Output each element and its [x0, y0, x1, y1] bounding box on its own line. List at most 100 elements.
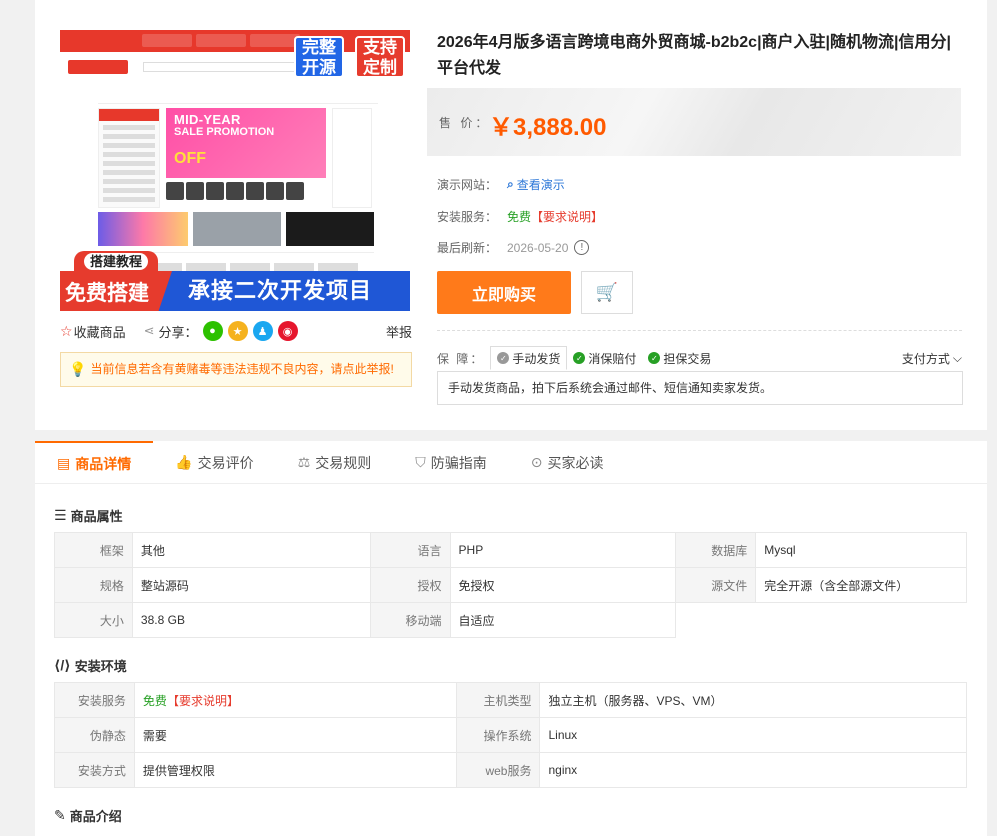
env-value: 需要 [133, 717, 457, 753]
attr-key: 授权 [369, 567, 451, 603]
report-link[interactable]: 举报 [386, 322, 412, 341]
guarantee-escrow[interactable]: ✓ 担保交易 [642, 346, 717, 370]
tab-label: 买家必读 [547, 454, 604, 471]
product-title: 2026年4月版多语言跨境电商外贸商城-b2b2c|商户入驻|随机物流|信用分|… [437, 34, 951, 77]
tab-label: 交易规则 [315, 454, 372, 471]
demo-link-label: 查看演示 [516, 178, 565, 192]
demo-row: 演示网站： ⌕ 查看演示 [437, 176, 565, 193]
tutorial-tag: 搭建教程 [74, 251, 159, 273]
banner-line3: OFF [174, 150, 206, 167]
env-value: 提供管理权限 [133, 752, 457, 788]
report-notice[interactable]: 💡 当前信息若含有黄赌毒等违法违规不良内容，请点此举报! [60, 352, 412, 387]
payment-methods-dropdown[interactable]: 支付方式 ⌵ [902, 350, 962, 367]
attr-key: 框架 [54, 532, 133, 568]
attr-key: 大小 [54, 602, 133, 638]
attr-value: Mysql [755, 532, 967, 568]
install-row: 安装服务： 免费 【要求说明】 [437, 208, 603, 225]
wechat-icon[interactable]: ● [202, 321, 223, 341]
tab-details[interactable]: ▤ 商品详情 [35, 441, 154, 484]
cart-icon: 🛒 [595, 282, 619, 302]
install-free: 免费 [507, 210, 532, 224]
banner-line2: SALE PROMOTION [174, 126, 275, 138]
env-value: 独立主机（服务器、VPS、VM） [539, 682, 967, 718]
share-group: ⋖ 分享： ● ★ ♟ ◉ [144, 321, 298, 341]
attributes-table: 框架 其他 语言 PHP 数据库 Mysql 规格 整站源码 授权 免授权 源文… [54, 532, 967, 638]
env-key: 安装服务 [54, 682, 135, 718]
attr-value: PHP [449, 532, 677, 568]
install-requirements-link[interactable]: 【要求说明】 [531, 208, 603, 225]
check-icon: ✓ [648, 352, 661, 364]
details-icon: ▤ [57, 455, 71, 471]
info-icon[interactable]: ! [574, 240, 590, 255]
install-label: 安装服务： [437, 210, 498, 224]
compass-icon: ⊙ [530, 454, 543, 470]
weibo-icon[interactable]: ◉ [277, 321, 298, 341]
guarantee-compensation[interactable]: ✓ 消保赔付 [567, 346, 642, 370]
environment-table: 安装服务 免费【要求说明】 主机类型 独立主机（服务器、VPS、VM） 伪静态 … [54, 682, 967, 788]
attr-key: 源文件 [675, 567, 757, 603]
share-label: 分享： [158, 324, 198, 340]
attr-value: 38.8 GB [131, 602, 371, 638]
chevron-down-icon: ⌵ [952, 350, 962, 365]
buy-now-button[interactable]: 立即购买 [437, 271, 571, 314]
env-value: 免费【要求说明】 [133, 682, 457, 718]
tab-label: 商品详情 [75, 455, 132, 472]
empty-cell [675, 602, 756, 638]
check-icon: ✓ [497, 352, 510, 364]
tab-rules[interactable]: ⚖ 交易规则 [276, 441, 394, 484]
table-row: 规格 整站源码 授权 免授权 源文件 完全开源（含全部源文件） [54, 567, 967, 603]
search-list-icon: ☰ [54, 507, 67, 523]
table-row: 伪静态 需要 操作系统 Linux [54, 717, 967, 753]
tab-label: 交易评价 [197, 454, 254, 471]
add-to-cart-button[interactable]: 🛒 [581, 271, 633, 314]
guarantee-manual-delivery[interactable]: ✓ 手动发货 [490, 346, 568, 370]
refresh-label: 最后刷新： [437, 241, 498, 255]
guarantee-description: 手动发货商品，拍下后系统会通过邮件、短信通知卖家发货。 [437, 371, 963, 405]
tab-buyer-notes[interactable]: ⊙ 买家必读 [509, 441, 626, 484]
secondary-dev-text: 承接二次开发项目 [188, 278, 373, 303]
search-icon: ⌕ [507, 177, 514, 191]
star-outline-icon: ☆ [60, 322, 73, 339]
attr-key: 数据库 [675, 532, 757, 568]
badge-open-source: 完整 开源 [294, 36, 344, 78]
detail-tabs: ▤ 商品详情 👍 交易评价 ⚖ 交易规则 ⛉ 防骗指南 ⊙ 买家必读 [35, 441, 987, 484]
scale-icon: ⚖ [297, 454, 311, 470]
payment-methods-label: 支付方式 [901, 351, 950, 366]
attr-value: 免授权 [449, 567, 677, 603]
qq-icon[interactable]: ♟ [252, 321, 273, 341]
product-detail-card: ▤ 商品详情 👍 交易评价 ⚖ 交易规则 ⛉ 防骗指南 ⊙ 买家必读 ☰ 商品属… [35, 441, 987, 836]
image-banner: MID-YEAR SALE PROMOTION OFF [166, 108, 326, 178]
table-row: 框架 其他 语言 PHP 数据库 Mysql [54, 532, 967, 568]
share-bar: ☆ 收藏商品 ⋖ 分享： ● ★ ♟ ◉ 举报 [60, 320, 412, 342]
shield-icon: ⛉ [415, 454, 426, 470]
guarantee-bar: 保 障： ✓ 手动发货 ✓ 消保赔付 ✓ 担保交易 支付方式 ⌵ [437, 346, 962, 370]
tutorial-tag-label: 搭建教程 [84, 253, 149, 270]
env-key: 伪静态 [54, 717, 135, 753]
attr-key: 规格 [54, 567, 133, 603]
free-setup-text: 免费搭建 [65, 282, 149, 305]
attributes-title: 商品属性 [70, 509, 123, 524]
tab-reviews[interactable]: 👍 交易评价 [153, 441, 275, 484]
env-requirements-link[interactable]: 【要求说明】 [167, 694, 239, 708]
intro-title: 商品介绍 [69, 809, 122, 824]
env-value: Linux [539, 717, 967, 753]
price-value: ￥3,888.00 [489, 114, 607, 141]
env-key: 主机类型 [455, 682, 541, 718]
intro-heading: ✎ 商品介绍 [54, 806, 122, 825]
env-key: 安装方式 [54, 752, 135, 788]
product-summary-card: MID-YEAR SALE PROMOTION OFF 完整 开源 支持 定制 免费… [35, 0, 987, 430]
product-image[interactable]: MID-YEAR SALE PROMOTION OFF 完整 开源 支持 定制 免费… [60, 30, 410, 311]
image-bottom-red: 免费搭建 [60, 271, 172, 311]
demo-link[interactable]: ⌕ 查看演示 [507, 176, 565, 193]
badge-customizable: 支持 定制 [355, 36, 405, 78]
guarantee-item-label: 手动发货 [512, 351, 561, 366]
tab-fraud-guide[interactable]: ⛉ 防骗指南 [393, 441, 509, 484]
table-row: 大小 38.8 GB 移动端 自适应 [54, 602, 967, 638]
price-box: 售 价： ￥3,888.00 [427, 88, 961, 156]
check-icon: ✓ [573, 352, 586, 364]
code-icon: ⟨/⟩ [54, 657, 71, 673]
favorite-button[interactable]: ☆ 收藏商品 [60, 322, 126, 341]
share-icon: ⋖ [143, 323, 155, 338]
qzone-icon[interactable]: ★ [227, 321, 248, 341]
table-row: 安装服务 免费【要求说明】 主机类型 独立主机（服务器、VPS、VM） [54, 682, 967, 718]
